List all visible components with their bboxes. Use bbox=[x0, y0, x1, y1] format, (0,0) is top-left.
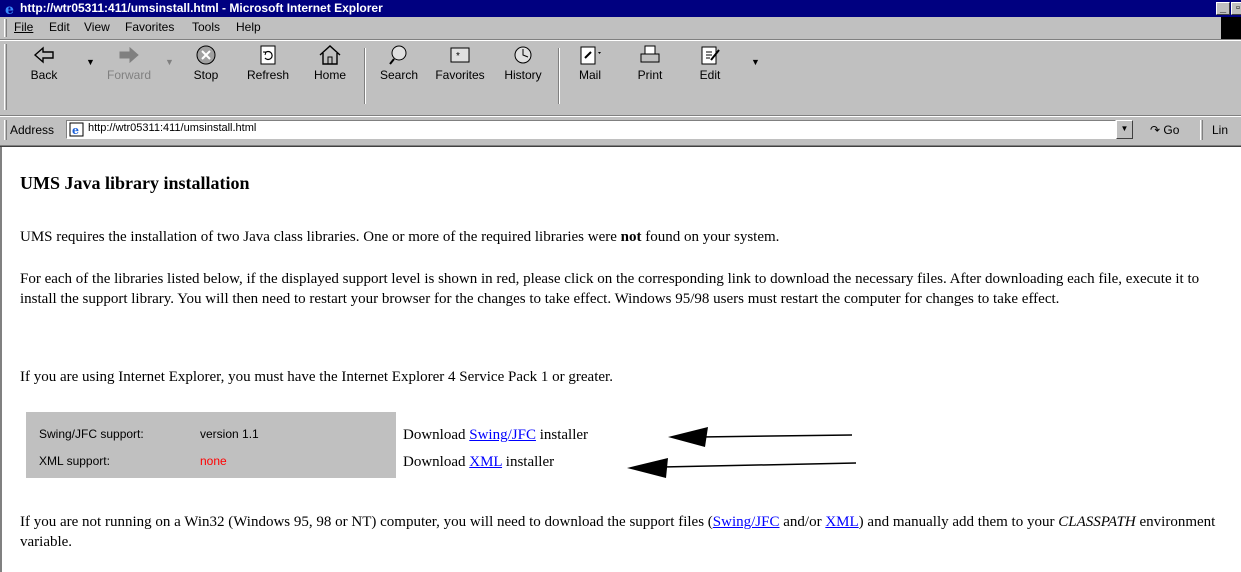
menu-help-label: Help bbox=[236, 20, 261, 34]
search-icon bbox=[389, 45, 407, 65]
favorites-label: Favorites bbox=[435, 68, 485, 82]
favorites-icon: * bbox=[450, 47, 470, 63]
throbber-area bbox=[1221, 17, 1241, 39]
home-icon bbox=[319, 45, 341, 65]
menu-edit-label: Edit bbox=[49, 20, 70, 34]
arrowhead-swing-icon bbox=[668, 427, 708, 447]
print-icon bbox=[640, 45, 660, 63]
menu-tools-label: Tools bbox=[192, 20, 221, 34]
menu-tools[interactable]: Tools bbox=[192, 20, 220, 34]
back-dropdown-icon[interactable]: ▼ bbox=[86, 57, 95, 67]
svg-text:e: e bbox=[72, 124, 79, 137]
home-button[interactable]: Home bbox=[308, 44, 352, 82]
forward-dropdown-icon[interactable]: ▼ bbox=[165, 57, 174, 67]
menu-view[interactable]: View bbox=[84, 20, 110, 34]
back-label: Back bbox=[30, 68, 58, 82]
edit-label: Edit bbox=[699, 68, 721, 82]
links-button[interactable]: Lin bbox=[1212, 123, 1228, 137]
menu-file[interactable]: File bbox=[14, 20, 33, 34]
address-dropdown-icon[interactable]: ▼ bbox=[1116, 120, 1133, 139]
forward-button[interactable]: Forward bbox=[104, 44, 154, 82]
stop-icon bbox=[196, 45, 216, 65]
back-button[interactable]: Back bbox=[24, 44, 64, 82]
stop-label: Stop bbox=[193, 68, 219, 82]
history-icon bbox=[514, 46, 532, 64]
menu-help[interactable]: Help bbox=[236, 20, 261, 34]
forward-label: Forward bbox=[106, 68, 151, 82]
menu-edit[interactable]: Edit bbox=[49, 20, 70, 34]
go-button[interactable]: ↷ Go bbox=[1150, 123, 1179, 137]
forward-arrow-icon bbox=[119, 46, 139, 64]
menu-view-label: View bbox=[84, 20, 110, 34]
address-grip[interactable] bbox=[4, 120, 7, 140]
toolbar-grip[interactable] bbox=[4, 44, 7, 110]
address-bar: Address e http://wtr05311:411/umsinstall… bbox=[0, 117, 1241, 143]
ie-logo-icon: e bbox=[3, 1, 18, 16]
print-button[interactable]: Print bbox=[630, 44, 670, 82]
page-icon: e bbox=[69, 122, 84, 137]
arrowhead-xml-icon bbox=[627, 458, 668, 478]
history-button[interactable]: History bbox=[498, 44, 548, 82]
search-label: Search bbox=[379, 68, 419, 82]
address-url: http://wtr05311:411/umsinstall.html bbox=[88, 122, 257, 134]
mail-button[interactable]: Mail bbox=[570, 44, 610, 82]
go-arrow-icon: ↷ bbox=[1150, 123, 1161, 137]
toolbar-separator bbox=[364, 48, 366, 104]
refresh-icon bbox=[260, 45, 276, 65]
toolbar-separator-2 bbox=[558, 48, 560, 104]
arrow-line-swing bbox=[699, 434, 853, 438]
mail-label: Mail bbox=[578, 68, 601, 82]
svg-text:*: * bbox=[456, 51, 460, 62]
home-label: Home bbox=[313, 68, 346, 82]
back-arrow-icon bbox=[33, 46, 54, 64]
go-label: Go bbox=[1163, 123, 1180, 137]
menu-file-label: File bbox=[14, 20, 34, 34]
mail-icon bbox=[580, 46, 601, 65]
refresh-button[interactable]: Refresh bbox=[240, 44, 296, 82]
search-button[interactable]: Search bbox=[374, 44, 424, 82]
svg-text:e: e bbox=[5, 2, 14, 16]
menu-favorites-label: Favorites bbox=[125, 20, 175, 34]
address-input[interactable]: e http://wtr05311:411/umsinstall.html bbox=[66, 120, 1116, 139]
address-label: Address bbox=[10, 123, 55, 137]
browser-window: e http://wtr05311:411/umsinstall.html - … bbox=[0, 0, 1241, 572]
history-label: History bbox=[504, 68, 542, 82]
print-label: Print bbox=[637, 68, 663, 82]
edit-dropdown-icon[interactable]: ▼ bbox=[751, 57, 760, 67]
menu-grip[interactable] bbox=[4, 19, 7, 37]
menu-bar: File Edit View Favorites Tools Help bbox=[0, 17, 1241, 39]
refresh-label: Refresh bbox=[246, 68, 290, 82]
favorites-button[interactable]: * Favorites bbox=[430, 44, 490, 82]
maximize-button[interactable]: ▫ bbox=[1231, 2, 1241, 15]
menu-favorites[interactable]: Favorites bbox=[125, 20, 174, 34]
edit-button[interactable]: Edit bbox=[690, 44, 730, 82]
edit-icon bbox=[701, 46, 720, 65]
stop-button[interactable]: Stop bbox=[186, 44, 226, 82]
annotation-arrows bbox=[627, 427, 857, 478]
title-bar[interactable]: e http://wtr05311:411/umsinstall.html - … bbox=[0, 0, 1241, 17]
window-title: http://wtr05311:411/umsinstall.html - Mi… bbox=[20, 1, 383, 15]
minimize-button[interactable]: _ bbox=[1216, 2, 1230, 15]
links-grip[interactable] bbox=[1200, 120, 1203, 140]
arrow-line-xml bbox=[661, 462, 857, 468]
